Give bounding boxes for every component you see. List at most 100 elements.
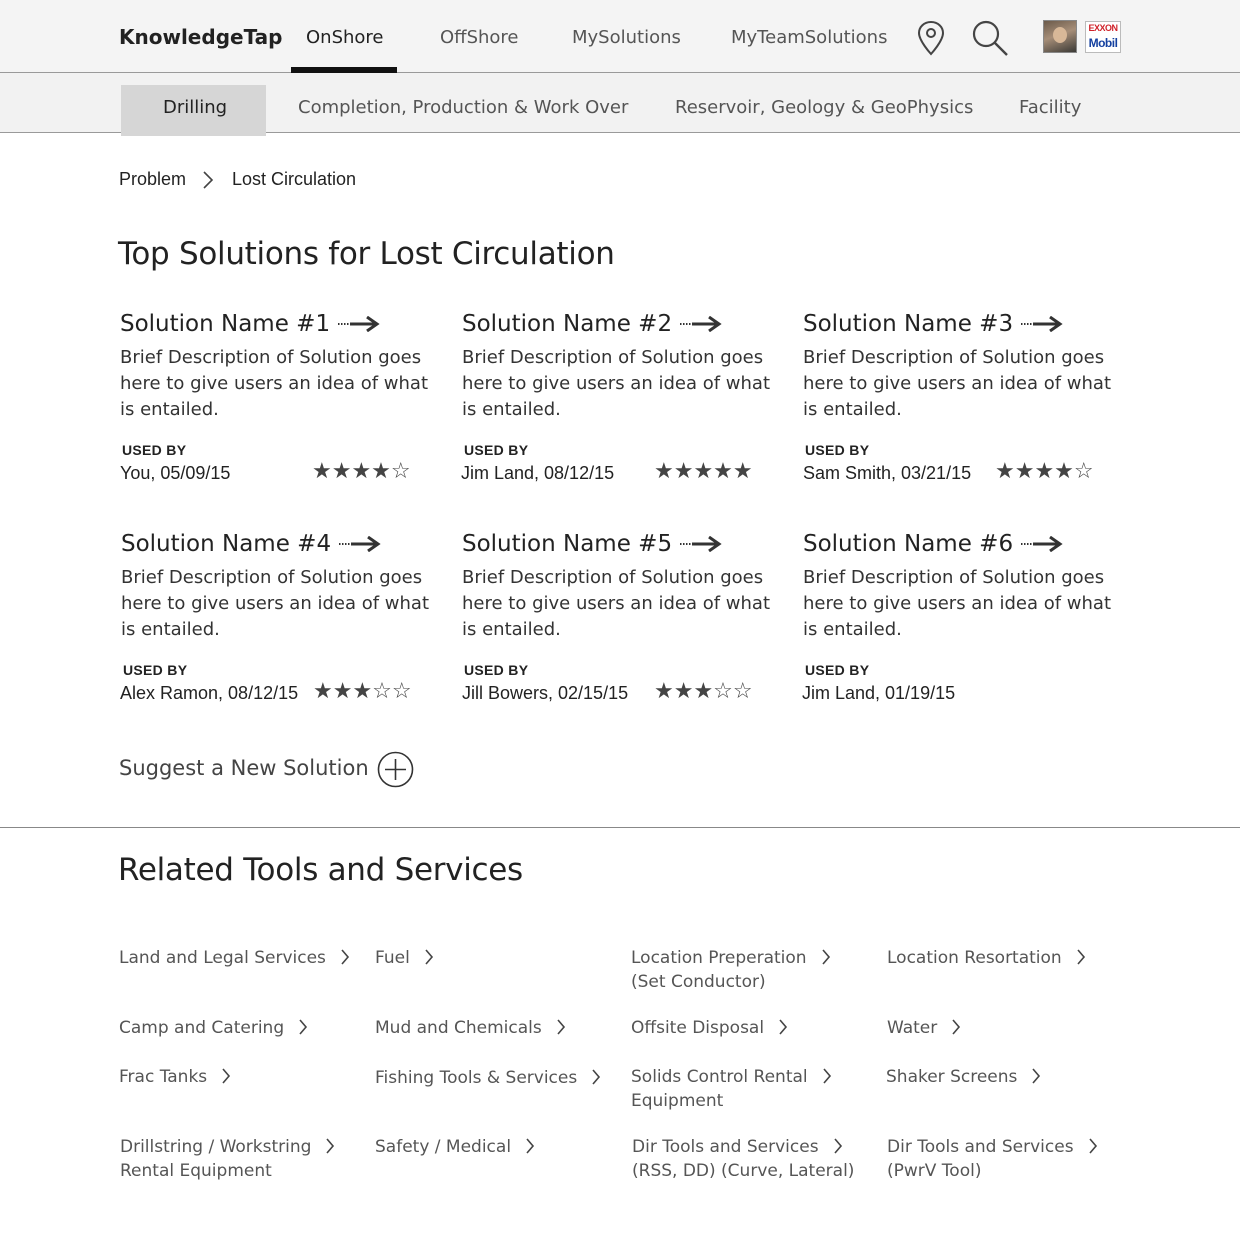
used-by-value: Jim Land, 08/12/15 <box>461 463 615 483</box>
tool-label: Land and Legal Services <box>119 948 326 968</box>
solution-name[interactable]: Solution Name #5 <box>462 531 672 557</box>
solution-card[interactable]: Solution Name #2 Brief Description of Sol… <box>461 311 782 491</box>
tool-label: Shaker Screens <box>886 1067 1018 1087</box>
related-tool-link[interactable]: Location Resortation <box>887 946 1086 970</box>
section-divider <box>0 827 1240 828</box>
star-rating[interactable]: ★★★☆☆ <box>654 679 753 704</box>
related-tool-link[interactable]: Fishing Tools & Services <box>375 1066 601 1090</box>
arrow-right-icon[interactable] <box>680 536 722 552</box>
star-rating[interactable]: ★★★★★ <box>654 459 753 484</box>
related-tool-link[interactable]: Mud and Chemicals <box>375 1016 566 1040</box>
tool-label: Offsite Disposal <box>631 1018 765 1038</box>
tool-label: Camp and Catering <box>119 1018 285 1038</box>
tool-label: Dir Tools and Services <box>632 1137 819 1157</box>
category-drilling[interactable]: Drilling <box>163 97 227 118</box>
solution-description: Brief Description of Solution goes here … <box>462 347 771 420</box>
related-tool-link[interactable]: Shaker Screens <box>886 1065 1041 1089</box>
logo-text-mobil: Mobil <box>1088 36 1118 50</box>
add-circle-icon[interactable] <box>377 751 414 788</box>
solution-card[interactable]: Solution Name #6 Brief Description of Sol… <box>802 531 1123 711</box>
tool-label: Frac Tanks <box>119 1067 208 1087</box>
arrow-right-icon[interactable] <box>338 316 380 332</box>
related-tool-link[interactable]: Dir Tools and Services (PwrV Tool) <box>887 1135 1098 1183</box>
tab-mysolutions[interactable]: MySolutions <box>572 27 681 48</box>
brand-name[interactable]: KnowledgeTap <box>119 25 282 49</box>
related-tool-link[interactable]: Offsite Disposal <box>631 1016 788 1040</box>
solutions-heading: Top Solutions for Lost Circulation <box>118 236 615 272</box>
related-heading: Related Tools and Services <box>118 852 523 888</box>
breadcrumb-current: Lost Circulation <box>232 169 357 189</box>
chevron-right-icon <box>592 1069 601 1085</box>
tool-label: Fishing Tools & Services <box>375 1068 578 1088</box>
related-tool-link[interactable]: Fuel <box>375 946 434 970</box>
tool-label: Water <box>887 1018 938 1038</box>
suggest-solution-link[interactable]: Suggest a New Solution <box>119 756 369 780</box>
tool-label: Dir Tools and Services <box>887 1137 1074 1157</box>
used-by-label: USED BY <box>464 662 529 678</box>
star-rating[interactable]: ★★★★☆ <box>995 459 1094 484</box>
solution-name[interactable]: Solution Name #2 <box>462 311 672 337</box>
solution-card[interactable]: Solution Name #4 Brief Description of Sol… <box>120 531 441 711</box>
star-rating[interactable]: ★★★★☆ <box>312 459 411 484</box>
solution-name[interactable]: Solution Name #6 <box>803 531 1013 557</box>
used-by-value: You, 05/09/15 <box>120 463 231 483</box>
related-tool-link[interactable]: Drillstring / Workstring Rental Equipment <box>120 1135 335 1183</box>
related-tool-link[interactable]: Location Preperation (Set Conductor) <box>631 946 831 994</box>
tab-onshore[interactable]: OnShore <box>306 27 384 48</box>
related-tool-link[interactable]: Solids Control Rental Equipment <box>631 1065 832 1113</box>
solution-name[interactable]: Solution Name #1 <box>120 311 330 337</box>
related-tool-link[interactable]: Camp and Catering <box>119 1016 308 1040</box>
chevron-right-icon <box>779 1019 788 1035</box>
tab-myteamsolutions[interactable]: MyTeamSolutions <box>731 27 887 48</box>
chevron-right-icon <box>203 171 214 189</box>
location-pin-icon[interactable] <box>916 20 946 56</box>
used-by-value: Alex Ramon, 08/12/15 <box>120 683 299 703</box>
exxonmobil-logo: EXXON Mobil <box>1085 21 1121 53</box>
chevron-right-icon <box>526 1138 535 1154</box>
solution-description: Brief Description of Solution goes here … <box>121 567 430 640</box>
arrow-right-icon[interactable] <box>339 536 381 552</box>
solution-name[interactable]: Solution Name #3 <box>803 311 1013 337</box>
tool-label-line2: Equipment <box>631 1091 724 1111</box>
user-avatar[interactable] <box>1043 20 1077 53</box>
search-icon[interactable] <box>970 19 1010 57</box>
solution-name[interactable]: Solution Name #4 <box>121 531 331 557</box>
arrow-right-icon[interactable] <box>680 316 722 332</box>
related-tool-link[interactable]: Frac Tanks <box>119 1065 231 1089</box>
used-by-value: Sam Smith, 03/21/15 <box>803 463 972 483</box>
chevron-right-icon <box>299 1019 308 1035</box>
used-by-label: USED BY <box>805 442 870 458</box>
star-rating[interactable]: ★★★☆☆ <box>313 679 412 704</box>
tool-label: Location Preperation <box>631 948 807 968</box>
category-facility[interactable]: Facility <box>1019 97 1081 118</box>
category-completion[interactable]: Completion, Production & Work Over <box>298 97 628 118</box>
tool-label: Fuel <box>375 948 410 968</box>
tool-label: Location Resortation <box>887 948 1062 968</box>
chevron-right-icon <box>557 1019 565 1035</box>
related-tool-link[interactable]: Water <box>887 1016 961 1040</box>
tool-label: Mud and Chemicals <box>375 1018 542 1038</box>
breadcrumb-problem[interactable]: Problem <box>119 169 186 190</box>
used-by-label: USED BY <box>805 662 870 678</box>
arrow-right-icon[interactable] <box>1021 536 1063 552</box>
solution-card[interactable]: Solution Name #1 Brief Description of Sol… <box>120 311 440 491</box>
used-by-value: Jim Land, 01/19/15 <box>802 683 956 703</box>
tool-label-line2: (PwrV Tool) <box>887 1161 982 1181</box>
solution-description: Brief Description of Solution goes here … <box>803 347 1112 420</box>
solution-card[interactable]: Solution Name #5 Brief Description of Sol… <box>462 531 782 711</box>
related-tool-link[interactable]: Dir Tools and Services (RSS, DD) (Curve, … <box>632 1135 854 1183</box>
solution-card[interactable]: Solution Name #3 Brief Description of Sol… <box>803 311 1123 491</box>
tool-label: Drillstring / Workstring <box>120 1137 312 1157</box>
tab-offshore[interactable]: OffShore <box>440 27 519 48</box>
chevron-right-icon <box>823 1068 831 1084</box>
arrow-right-icon[interactable] <box>1021 316 1063 332</box>
related-tool-link[interactable]: Safety / Medical <box>375 1135 535 1159</box>
solution-description: Brief Description of Solution goes here … <box>803 567 1112 640</box>
used-by-label: USED BY <box>464 442 529 458</box>
solution-description: Brief Description of Solution goes here … <box>120 347 429 420</box>
related-tool-link[interactable]: Land and Legal Services <box>119 946 350 970</box>
category-reservoir[interactable]: Reservoir, Geology & GeoPhysics <box>675 97 973 118</box>
used-by-label: USED BY <box>122 442 187 458</box>
used-by-value: Jill Bowers, 02/15/15 <box>462 683 629 703</box>
chevron-right-icon <box>425 949 433 965</box>
